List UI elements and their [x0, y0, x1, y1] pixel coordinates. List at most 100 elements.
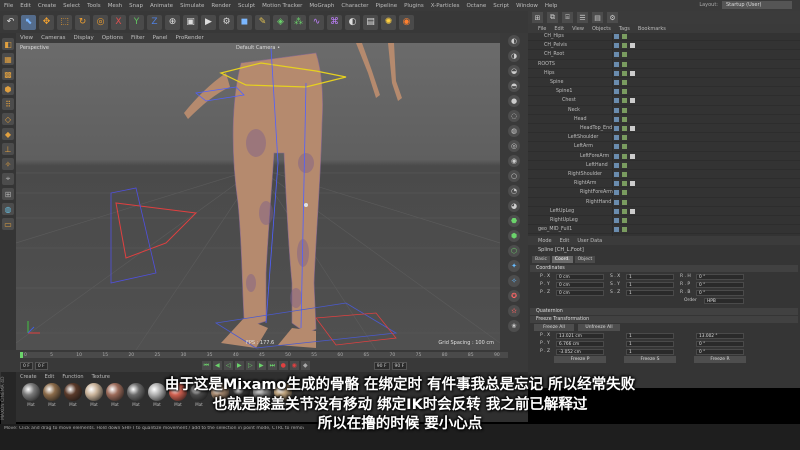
freeze-button-2[interactable]: Freeze R [694, 356, 746, 363]
visibility-tag-icon[interactable] [614, 98, 619, 104]
attribute-menu-item-0[interactable]: Mode [538, 238, 552, 244]
object-row[interactable]: RightShoulder [528, 171, 800, 180]
polygons-mode-icon[interactable]: ◆ [2, 128, 14, 140]
rotation-field[interactable]: 0 ° [696, 341, 744, 347]
freeze-button-0[interactable]: Freeze P [554, 356, 606, 363]
menu-item-14[interactable]: Pipeline [376, 3, 398, 9]
edges-mode-icon[interactable]: ◇ [2, 113, 14, 125]
enable-tag-icon[interactable] [622, 218, 627, 223]
freeze-header[interactable]: Freeze Transformation [530, 316, 798, 323]
model-mode-icon[interactable]: ▦ [2, 53, 14, 65]
object-row[interactable]: CH_Pelvis [528, 42, 800, 51]
texture-mode-icon[interactable]: ▩ [2, 68, 14, 80]
scale-field[interactable]: 1 [626, 349, 674, 355]
enable-tag-icon[interactable] [622, 208, 627, 214]
render-view-icon[interactable]: ▣ [183, 14, 198, 30]
tool-c-icon[interactable]: ◒ [508, 65, 520, 77]
rotation-field[interactable]: 0 ° [696, 290, 744, 296]
camera-label[interactable]: Default Camera • [236, 45, 280, 51]
tool-p-icon[interactable]: ✦ [508, 260, 520, 272]
object-row[interactable]: geo_MID_Full1 [528, 226, 800, 235]
object-row[interactable]: Head [528, 116, 800, 124]
object-row[interactable]: CH_Root [528, 51, 800, 60]
enable-tag-icon[interactable] [622, 153, 627, 159]
deformer-icon[interactable]: ⌘ [327, 14, 342, 30]
z-axis-icon[interactable]: Z [147, 14, 162, 30]
playhead[interactable] [20, 352, 23, 358]
visibility-tag-icon[interactable] [614, 172, 619, 177]
menu-item-13[interactable]: Character [341, 3, 368, 9]
object-menu-item-3[interactable]: Objects [592, 26, 611, 32]
object-row[interactable]: Hips [528, 70, 800, 78]
make-editable-icon[interactable]: ◧ [2, 38, 14, 50]
menu-item-18[interactable]: Script [493, 3, 509, 9]
record-icon[interactable]: ● [278, 361, 288, 370]
object-menu-item-1[interactable]: Edit [554, 26, 564, 32]
enable-tag-icon[interactable] [622, 98, 627, 104]
freeze-button-1[interactable]: Freeze S [624, 356, 676, 363]
object-tag-icon[interactable] [630, 126, 635, 131]
visibility-tag-icon[interactable] [614, 190, 619, 196]
3d-viewport[interactable]: Perspective Default Camera • FPS : 177.6… [16, 43, 500, 350]
next-key-icon[interactable]: ▶ [256, 361, 266, 370]
object-row[interactable]: LeftArm [528, 143, 800, 152]
structure-tab-icon[interactable]: ☰ [577, 12, 588, 23]
tool-b-icon[interactable]: ◑ [508, 50, 520, 62]
unfreeze-all-button[interactable]: Unfreeze All [578, 324, 620, 331]
freeze-all-button[interactable]: Freeze All [534, 324, 574, 331]
enable-tag-icon[interactable] [622, 162, 627, 168]
visibility-tag-icon[interactable] [614, 107, 619, 113]
pen-icon[interactable]: ✎ [255, 14, 270, 30]
live-selection-icon[interactable]: ◎ [93, 14, 108, 30]
object-menu-item-5[interactable]: Bookmarks [638, 26, 666, 32]
attribute-tab-2[interactable]: Object [574, 256, 596, 263]
visibility-tag-icon[interactable] [614, 80, 619, 85]
enable-tag-icon[interactable] [622, 107, 627, 113]
tool-f-icon[interactable]: ◌ [508, 110, 520, 122]
visibility-tag-icon[interactable] [614, 199, 619, 205]
objects-tab-icon[interactable]: ⊞ [532, 12, 543, 23]
tweak-mode-icon[interactable]: ✧ [2, 158, 14, 170]
enable-tag-icon[interactable] [622, 34, 627, 39]
visibility-tag-icon[interactable] [614, 70, 619, 76]
axis-mode-icon[interactable]: ⊥ [2, 143, 14, 155]
visibility-tag-icon[interactable] [614, 52, 619, 58]
enable-tag-icon[interactable] [622, 135, 627, 141]
attribute-menu-item-1[interactable]: Edit [560, 238, 570, 244]
position-field[interactable]: 0 cm [556, 290, 604, 296]
tool-o-icon[interactable]: ⬡ [508, 245, 520, 257]
tool-t-icon[interactable]: ✬ [508, 320, 520, 332]
tool-g-icon[interactable]: ◍ [508, 125, 520, 137]
tool-d-icon[interactable]: ◓ [508, 80, 520, 92]
menu-item-10[interactable]: Sculpt [238, 3, 255, 9]
enable-tag-icon[interactable] [622, 190, 627, 196]
quaternion-header[interactable]: Quaternion [530, 308, 798, 315]
enable-tag-icon[interactable] [622, 144, 627, 150]
object-tag-icon[interactable] [630, 70, 635, 76]
object-row[interactable]: Chest [528, 97, 800, 106]
render-settings-icon[interactable]: ⚙ [219, 14, 234, 30]
tool-k-icon[interactable]: ◔ [508, 185, 520, 197]
scale-field[interactable]: 1 [626, 341, 674, 347]
object-tag-icon[interactable] [630, 153, 635, 159]
attribute-tab-0[interactable]: Basic [532, 256, 550, 263]
end-frame-field[interactable]: 90 F [373, 361, 390, 370]
visibility-tag-icon[interactable] [614, 144, 619, 150]
menu-item-15[interactable]: Plugins [404, 3, 424, 9]
coord-icon[interactable]: ⊕ [165, 14, 180, 30]
object-row[interactable]: RightForeArm [528, 189, 800, 198]
visibility-tag-icon[interactable] [614, 89, 619, 95]
object-menu-item-2[interactable]: View [572, 26, 584, 32]
keyframe-icon[interactable]: ◆ [300, 361, 310, 370]
lock-workplane-icon[interactable]: ⊞ [2, 188, 14, 200]
spline-icon[interactable]: ∿ [309, 14, 324, 30]
position-field[interactable]: 6.766 cm [556, 341, 604, 347]
tool-l-icon[interactable]: ◕ [508, 200, 520, 212]
enable-tag-icon[interactable] [622, 80, 627, 85]
menu-item-16[interactable]: X-Particles [431, 3, 460, 9]
tool-r-icon[interactable]: ✪ [508, 290, 520, 302]
rotation-field[interactable]: 0 ° [696, 349, 744, 355]
visibility-tag-icon[interactable] [614, 135, 619, 141]
layers-tab-icon[interactable]: ▤ [592, 12, 603, 23]
position-field[interactable]: 13.021 cm [556, 333, 604, 339]
